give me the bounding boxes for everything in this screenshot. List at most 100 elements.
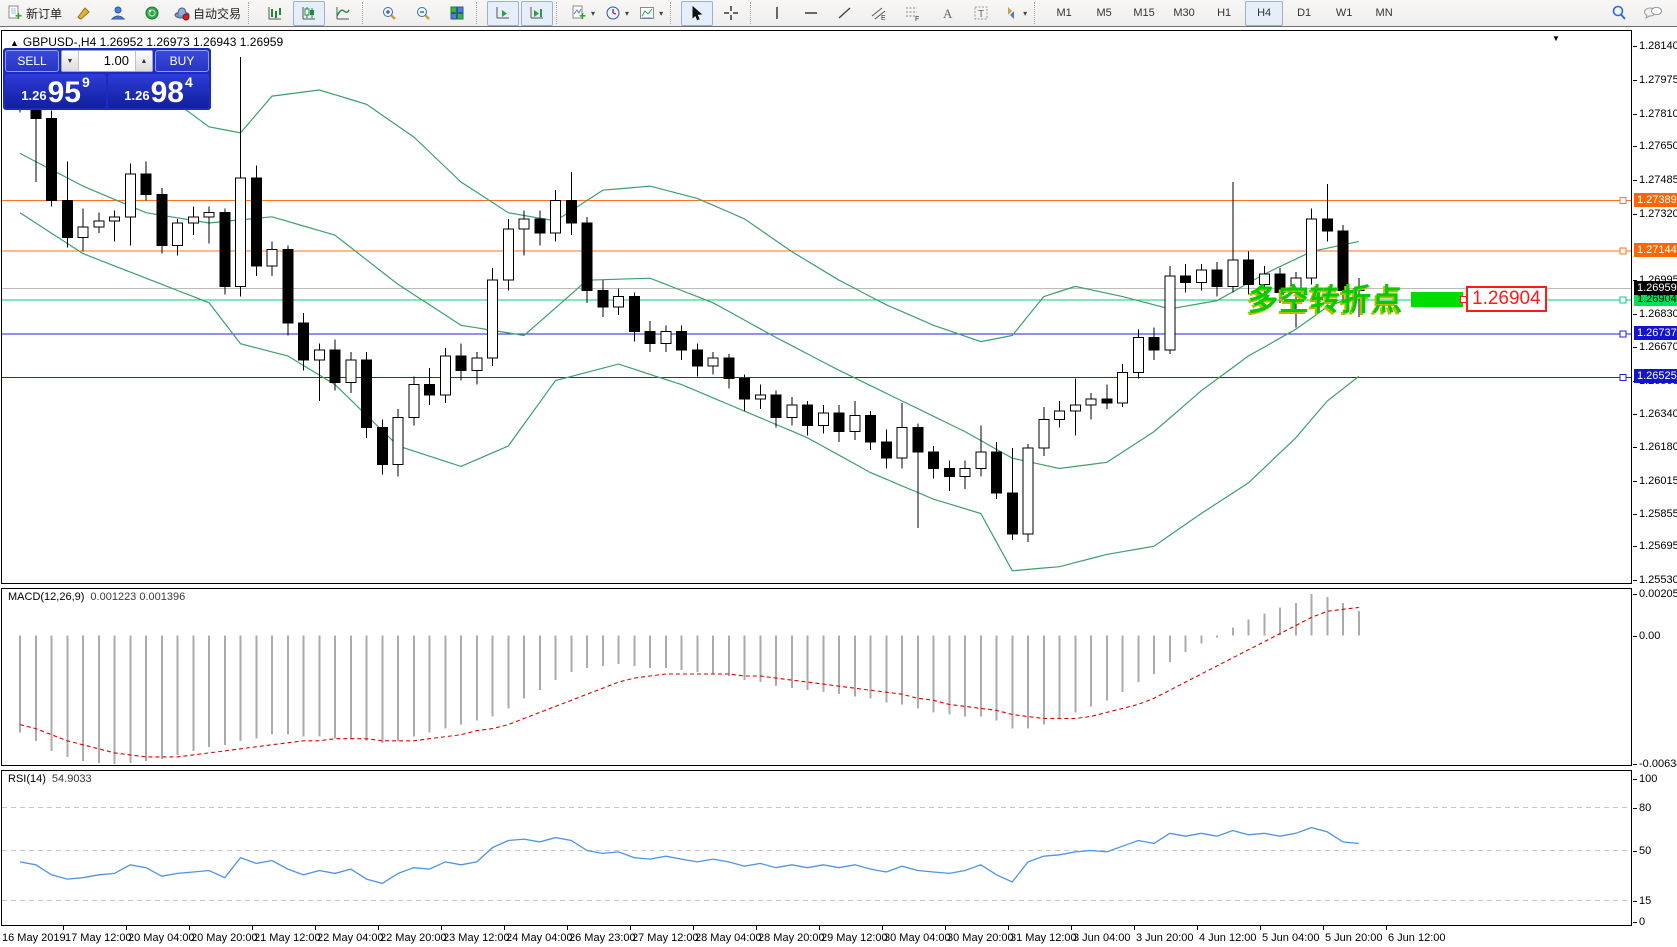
price-tick-label: 1.27485 [1639, 174, 1677, 186]
candle-body [661, 331, 671, 343]
zoom-out-button[interactable] [407, 1, 439, 26]
indicators-button[interactable]: +▾ [567, 1, 599, 26]
chevron-down-icon[interactable]: ▾ [591, 9, 595, 18]
clock-icon [605, 5, 621, 21]
text-button[interactable]: A [931, 1, 963, 26]
time-tick-label: 22 May 20:00 [380, 932, 447, 944]
candle-body [1023, 448, 1033, 534]
bars-icon [267, 5, 283, 21]
line-anchor-marker[interactable] [1620, 331, 1626, 337]
line-anchor-marker[interactable] [1620, 248, 1626, 254]
horizontal-line-button[interactable] [795, 1, 827, 26]
time-tick-label: 27 May 12:00 [632, 932, 699, 944]
rsi-panel[interactable]: RSI(14)54.9033 [1, 770, 1632, 926]
sell-price-prefix: 1.26 [21, 88, 46, 103]
time-tick-mark [504, 926, 505, 930]
line-anchor-marker[interactable] [1620, 198, 1626, 204]
sell-price-tile[interactable]: 1.26 95 9 [5, 74, 106, 108]
zoom-in-button[interactable] [373, 1, 405, 26]
time-tick-mark [1008, 926, 1009, 930]
arrows-button[interactable]: ▾ [999, 1, 1031, 26]
candle-body [740, 378, 750, 398]
accounts-button[interactable] [102, 1, 134, 26]
timeframe-w1-button[interactable]: W1 [1325, 1, 1363, 26]
signals-button[interactable] [136, 1, 168, 26]
volume-down-button[interactable]: ▼ [62, 51, 79, 71]
chevron-down-icon[interactable]: ▾ [1023, 9, 1027, 18]
timeframe-m15-button[interactable]: M15 [1125, 1, 1163, 26]
timeframe-h1-button[interactable]: H1 [1205, 1, 1243, 26]
axis-tick-mark [1633, 922, 1637, 923]
buy-button[interactable]: BUY [155, 50, 209, 72]
auto-scroll-button[interactable] [487, 1, 519, 26]
volume-up-button[interactable]: ▲ [135, 51, 152, 71]
chat-button[interactable] [1637, 1, 1669, 26]
price-tag-label[interactable]: 1.26904 [1466, 286, 1547, 312]
tile-windows-button[interactable] [441, 1, 473, 26]
templates-button[interactable]: ▾ [635, 1, 667, 26]
timeframe-d1-button[interactable]: D1 [1285, 1, 1323, 26]
candle-body [551, 200, 561, 233]
chevron-down-icon[interactable]: ▾ [625, 9, 629, 18]
candle-body [110, 217, 120, 221]
time-tick-mark [882, 926, 883, 930]
candle-body [787, 405, 797, 417]
time-tick-label: 4 Jun 12:00 [1199, 932, 1257, 944]
rsi-canvas[interactable] [2, 771, 1631, 925]
rsi-label: RSI(14)54.9033 [8, 773, 92, 785]
scroll-to-end-icon[interactable]: ▼ [1552, 34, 1560, 43]
timeframe-m30-button[interactable]: M30 [1165, 1, 1203, 26]
candle-body [409, 385, 419, 418]
timeframe-h4-button[interactable]: H4 [1245, 1, 1283, 26]
toolbar-separator [556, 2, 564, 24]
line-anchor-marker[interactable] [1620, 374, 1626, 380]
buy-price-tile[interactable]: 1.26 98 4 [108, 74, 209, 108]
candle-body [125, 174, 135, 217]
time-axis[interactable]: 16 May 201917 May 12:0020 May 04:0020 Ma… [0, 926, 1633, 947]
channel-button[interactable]: E [863, 1, 895, 26]
cursor-icon [689, 5, 705, 21]
label-button[interactable]: T [965, 1, 997, 26]
chart-shift-button[interactable] [521, 1, 553, 26]
new-order-button[interactable]: +新订单 [3, 1, 66, 26]
auto-trading-button-label: 自动交易 [193, 5, 241, 22]
candle-body [1149, 338, 1159, 350]
bar-chart-button[interactable] [259, 1, 291, 26]
time-tick-label: 21 May 12:00 [254, 932, 321, 944]
candle-body [1007, 493, 1017, 534]
candle-body [1307, 219, 1317, 278]
bid-price-label: 1.26959 [1634, 281, 1677, 295]
candle-body [881, 442, 891, 458]
sell-button[interactable]: SELL [5, 50, 59, 72]
timeframe-m1-button[interactable]: M1 [1045, 1, 1083, 26]
auto-trading-button[interactable]: 自动交易 [170, 1, 245, 26]
macd-panel[interactable]: MACD(12,26,9)0.001223 0.001396 [1, 588, 1632, 766]
fibonacci-button[interactable]: F [897, 1, 929, 26]
line-chart-button[interactable] [327, 1, 359, 26]
tile-icon [449, 5, 465, 21]
rsi-axis-label: 15 [1639, 895, 1651, 907]
line-anchor-marker[interactable] [1620, 297, 1626, 303]
price-axis[interactable]: 1.281401.279751.278101.276501.274851.273… [1633, 28, 1677, 947]
collapse-arrow-icon[interactable]: ▲ [10, 38, 19, 48]
timeframe-mn-button[interactable]: MN [1365, 1, 1403, 26]
depth-button[interactable] [68, 1, 100, 26]
trendline-button[interactable] [829, 1, 861, 26]
chevron-down-icon[interactable]: ▾ [659, 9, 663, 18]
search-button[interactable] [1603, 1, 1635, 26]
candle-body [1086, 399, 1096, 405]
axis-tick-mark [1633, 851, 1637, 852]
macd-canvas[interactable] [2, 589, 1631, 765]
candle-body [283, 250, 293, 324]
vertical-line-button[interactable] [761, 1, 793, 26]
crosshair-button[interactable] [715, 1, 747, 26]
candlestick-chart-button[interactable] [293, 1, 325, 26]
axis-tick-mark [1633, 314, 1637, 315]
cursor-button[interactable] [681, 1, 713, 26]
price-tick-label: 1.26340 [1639, 408, 1677, 420]
timeframe-m5-button[interactable]: M5 [1085, 1, 1123, 26]
time-tick-label: 28 May 20:00 [758, 932, 825, 944]
periods-button[interactable]: ▾ [601, 1, 633, 26]
volume-field[interactable]: 1.00 [79, 51, 135, 71]
candle-body [566, 200, 576, 223]
